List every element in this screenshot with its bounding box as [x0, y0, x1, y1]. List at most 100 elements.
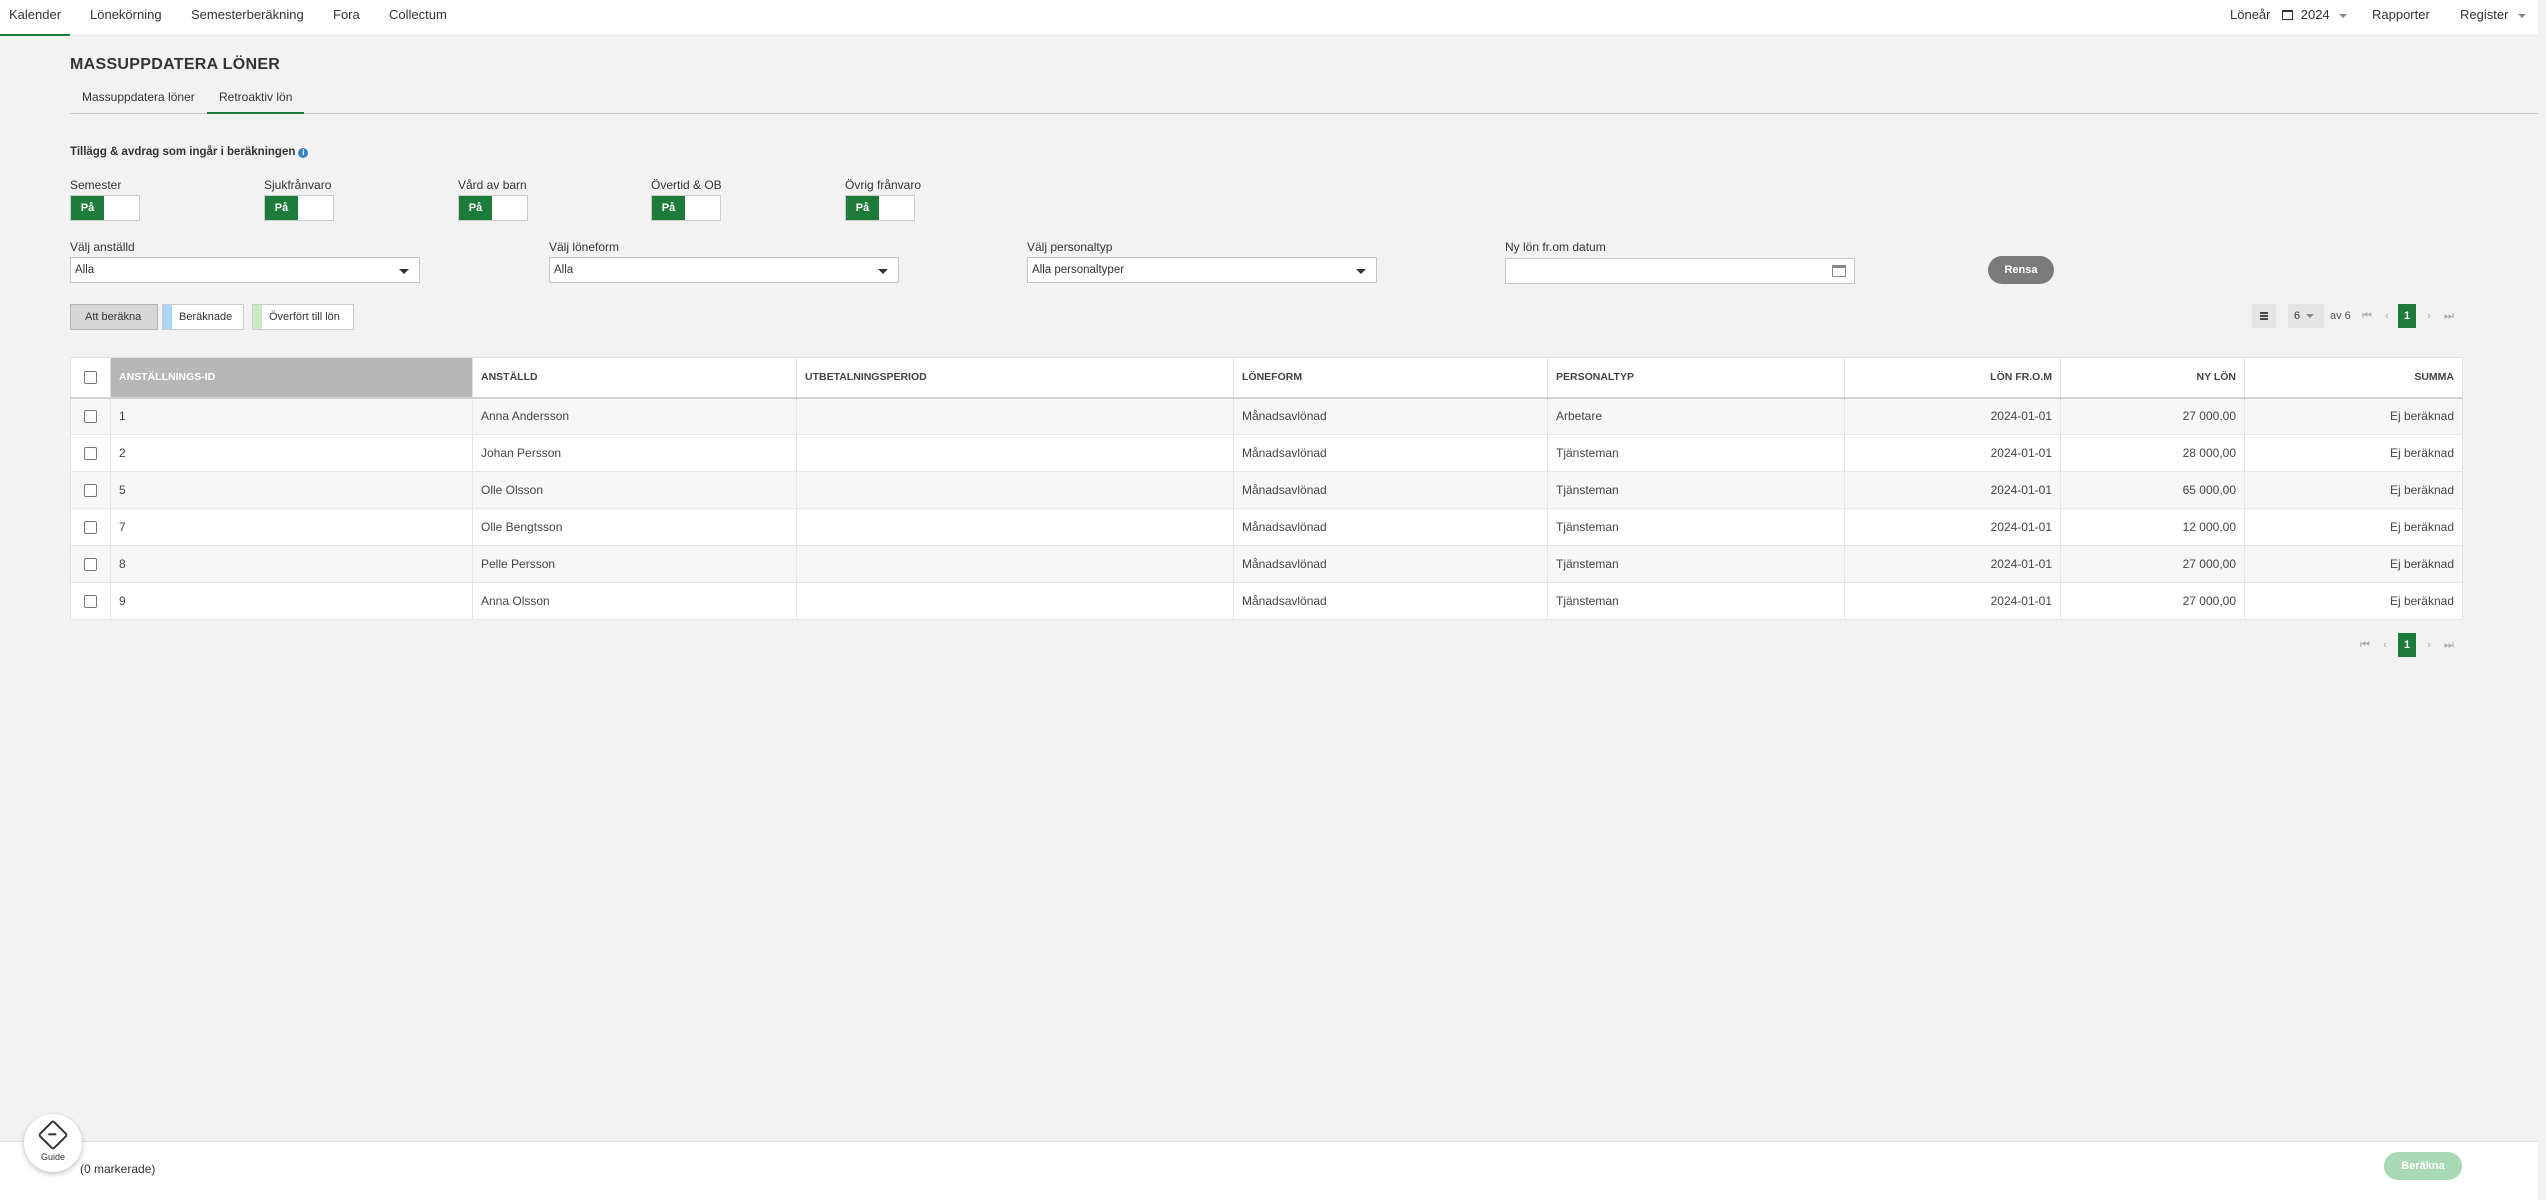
row-select-cell [70, 397, 111, 435]
toggle-state: På [652, 196, 685, 220]
cell-payment-period [796, 471, 1234, 509]
cell-staff-type: Tjänsteman [1547, 434, 1845, 472]
chevron-down-icon [2518, 13, 2527, 18]
row-select-cell [70, 508, 111, 546]
last-page-icon[interactable]: ⏭ [2442, 304, 2456, 328]
row-checkbox[interactable] [84, 558, 97, 572]
clear-button[interactable]: Rensa [1988, 256, 2054, 284]
column-header-staff-type[interactable]: PERSONALTYP [1547, 357, 1845, 399]
toggle-state: På [71, 196, 104, 220]
cell-employment-id: 2 [110, 434, 473, 472]
page-size-value: 6 [2294, 310, 2301, 322]
status-beraknade[interactable]: Beräknade [162, 304, 244, 330]
table-row[interactable]: 9 Anna Olsson Månadsavlönad Tjänsteman 2… [70, 582, 2463, 620]
prev-page-icon[interactable]: ‹ [2380, 304, 2394, 328]
prev-page-icon[interactable]: ‹ [2378, 633, 2392, 657]
toggle-switch[interactable]: På [458, 195, 528, 221]
year-label: Löneår [2230, 7, 2271, 22]
cell-salary-form: Månadsavlönad [1233, 508, 1548, 546]
row-checkbox[interactable] [84, 595, 97, 609]
calculate-button[interactable]: Beräkna [2384, 1152, 2462, 1180]
cell-salary-from: 2024-01-01 [1844, 582, 2061, 620]
table-row[interactable]: 5 Olle Olsson Månadsavlönad Tjänsteman 2… [70, 471, 2463, 509]
toggle-switch[interactable]: På [651, 195, 721, 221]
column-header-salary-form[interactable]: LÖNEFORM [1233, 357, 1548, 399]
date-input[interactable] [1505, 258, 1855, 284]
cell-staff-type: Tjänsteman [1547, 545, 1845, 583]
cell-sum: Ej beräknad [2244, 434, 2463, 472]
marked-count: (0 markerade) [80, 1162, 156, 1176]
info-icon[interactable]: i [298, 148, 309, 158]
status-att-berakna[interactable]: Att beräkna [70, 304, 158, 330]
toggle-switch[interactable]: På [70, 195, 140, 221]
year-selector[interactable]: Löneår 2024 [2230, 0, 2348, 30]
list-view-icon[interactable] [2252, 304, 2276, 328]
nav-item-lonekorning[interactable]: Lönekörning [81, 0, 171, 36]
toggle-state: På [459, 196, 492, 220]
column-header-salary-from[interactable]: LÖN FR.O.M [1844, 357, 2061, 399]
row-checkbox[interactable] [84, 447, 97, 461]
sub-tabs: Massuppdatera löner Retroaktiv lön [70, 86, 2538, 114]
table-row[interactable]: 7 Olle Bengtsson Månadsavlönad Tjänstema… [70, 508, 2463, 546]
column-header-new-salary[interactable]: NY LÖN [2060, 357, 2245, 399]
status-overfort-till-lon[interactable]: Överfört till lön [252, 304, 354, 330]
guide-button[interactable]: Guide [24, 1114, 82, 1172]
cell-sum: Ej beräknad [2244, 471, 2463, 509]
page-size-select[interactable]: 6 [2288, 304, 2324, 328]
employee-select[interactable]: Alla [70, 257, 420, 283]
column-header-sum[interactable]: SUMMA [2244, 357, 2463, 399]
next-page-icon[interactable]: › [2422, 304, 2436, 328]
select-all-checkbox[interactable] [84, 370, 97, 384]
cell-salary-form: Månadsavlönad [1233, 397, 1548, 435]
column-header-employment-id[interactable]: ANSTÄLLNINGS-ID [110, 357, 473, 399]
dropdown-arrow-icon [878, 269, 888, 274]
staff-type-select[interactable]: Alla personaltyper [1027, 257, 1377, 283]
cell-salary-from: 2024-01-01 [1844, 397, 2061, 435]
salary-form-select[interactable]: Alla [549, 257, 899, 283]
employee-table: ANSTÄLLNINGS-ID ANSTÄLLD UTBETALNINGSPER… [70, 357, 2463, 620]
cell-salary-form: Månadsavlönad [1233, 471, 1548, 509]
staff-type-select-value: Alla personaltyper [1032, 264, 1125, 276]
cell-salary-form: Månadsavlönad [1233, 582, 1548, 620]
nav-item-semesterberakning[interactable]: Semesterberäkning [182, 0, 313, 36]
next-page-icon[interactable]: › [2422, 633, 2436, 657]
column-header-employee[interactable]: ANSTÄLLD [472, 357, 797, 399]
table-row[interactable]: 2 Johan Persson Månadsavlönad Tjänsteman… [70, 434, 2463, 472]
cell-sum: Ej beräknad [2244, 545, 2463, 583]
toggle-switch[interactable]: På [845, 195, 915, 221]
nav-item-fora[interactable]: Fora [324, 0, 369, 36]
first-page-icon[interactable]: ⏮ [2360, 304, 2374, 328]
row-checkbox[interactable] [84, 484, 97, 498]
dropdown-arrow-icon [399, 269, 409, 274]
last-page-icon[interactable]: ⏭ [2442, 633, 2456, 657]
toggle-switch[interactable]: På [264, 195, 334, 221]
row-select-cell [70, 434, 111, 472]
register-menu[interactable]: Register [2460, 0, 2527, 30]
row-checkbox[interactable] [84, 410, 97, 424]
cell-staff-type: Arbetare [1547, 397, 1845, 435]
footer-bar: (0 markerade) Beräkna [0, 1141, 2538, 1200]
guide-icon [37, 1119, 69, 1151]
cell-new-salary: 28 000,00 [2060, 434, 2245, 472]
row-checkbox[interactable] [84, 521, 97, 535]
dropdown-arrow-icon [1356, 269, 1366, 274]
table-row[interactable]: 8 Pelle Persson Månadsavlönad Tjänsteman… [70, 545, 2463, 583]
column-header-payment-period[interactable]: UTBETALNINGSPERIOD [796, 357, 1234, 399]
page-number-button[interactable]: 1 [2398, 304, 2416, 328]
reports-link[interactable]: Rapporter [2372, 0, 2430, 30]
table-row[interactable]: 1 Anna Andersson Månadsavlönad Arbetare … [70, 397, 2463, 435]
register-label: Register [2460, 7, 2509, 22]
tab-retroaktiv-lon[interactable]: Retroaktiv lön [207, 86, 305, 114]
tab-massuppdatera-loner[interactable]: Massuppdatera löner [70, 86, 207, 114]
settings-label-text: Tillägg & avdrag som ingår i beräkningen [70, 146, 296, 158]
toggle-state: På [265, 196, 298, 220]
calendar-icon[interactable] [1832, 265, 1846, 277]
cell-payment-period [796, 508, 1234, 546]
nav-item-collectum[interactable]: Collectum [380, 0, 456, 36]
nav-item-kalender[interactable]: Kalender [0, 0, 71, 36]
cell-new-salary: 65 000,00 [2060, 471, 2245, 509]
first-page-icon[interactable]: ⏮ [2358, 633, 2372, 657]
page-number-button[interactable]: 1 [2398, 633, 2416, 657]
cell-new-salary: 27 000,00 [2060, 582, 2245, 620]
cell-sum: Ej beräknad [2244, 508, 2463, 546]
